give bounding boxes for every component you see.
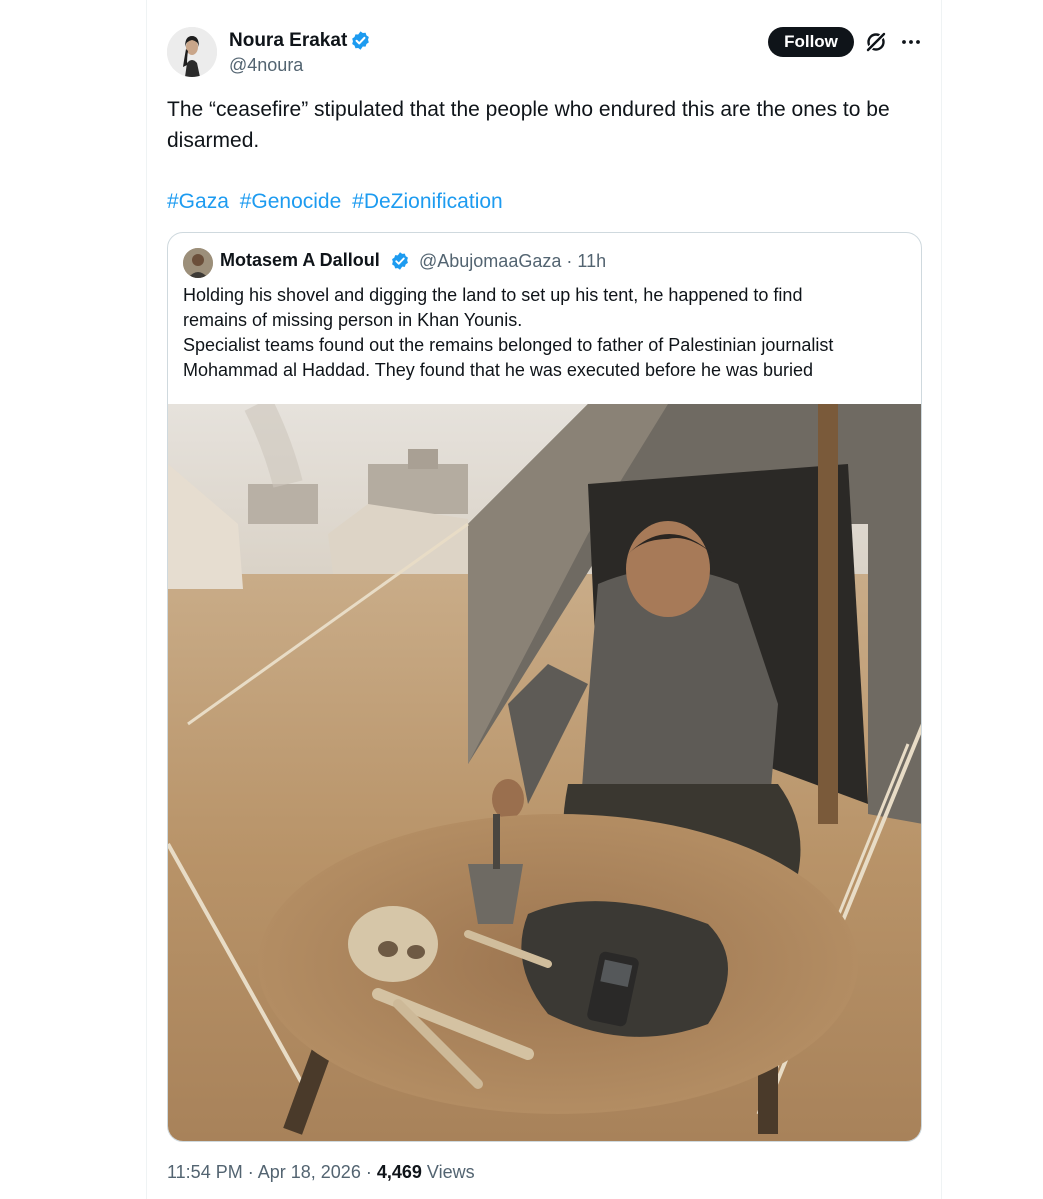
follow-button[interactable]: Follow (768, 27, 854, 57)
views-label: Views (426, 1162, 475, 1182)
quoted-text: Holding his shovel and digging the land … (183, 283, 913, 383)
tweet-date[interactable]: Apr 18, 2026 (258, 1162, 361, 1182)
author-handle[interactable]: @4noura (229, 55, 303, 76)
separator-dot: · (566, 251, 573, 271)
quoted-author-handle[interactable]: @AbujomaaGaza (419, 251, 561, 271)
verified-badge-icon (352, 31, 369, 50)
grok-icon[interactable] (864, 30, 888, 54)
quoted-text-line: Holding his shovel and digging the land … (183, 285, 803, 305)
tweet-text: The “ceasefire” stipulated that the peop… (167, 98, 890, 152)
hashtag-link[interactable]: #DeZionification (352, 190, 503, 213)
separator-dot: · (365, 1162, 372, 1182)
quoted-text-line: Specialist teams found out the remains b… (183, 335, 834, 355)
hashtag-list: #Gaza #Genocide #DeZionification (167, 186, 508, 217)
hashtag-link[interactable]: #Gaza (167, 190, 229, 213)
tweet-meta: 11:54 PM · Apr 18, 2026 · 4,469 Views (167, 1162, 475, 1183)
author-avatar[interactable] (167, 27, 217, 77)
author-name[interactable]: Noura Erakat (229, 30, 347, 52)
quoted-author-avatar[interactable] (183, 248, 213, 278)
separator-dot: · (247, 1162, 254, 1182)
quoted-photo[interactable] (168, 404, 921, 1141)
tweet-time[interactable]: 11:54 PM (167, 1162, 243, 1182)
quoted-text-line: remains of missing person in Khan Younis… (183, 310, 523, 330)
more-icon[interactable] (899, 30, 923, 54)
quoted-time[interactable]: 11h (577, 251, 606, 271)
quoted-text-line: Mohammad al Haddad. They found that he w… (183, 360, 814, 380)
verified-badge-icon (392, 252, 408, 270)
hashtag-link[interactable]: #Genocide (240, 190, 342, 213)
quoted-tweet[interactable]: Motasem A Dalloul @AbujomaaGaza · 11h Ho… (167, 232, 922, 1142)
quoted-author-name[interactable]: Motasem A Dalloul (220, 250, 380, 271)
views-count: 4,469 (376, 1162, 422, 1182)
quoted-meta: @AbujomaaGaza · 11h (419, 251, 606, 272)
